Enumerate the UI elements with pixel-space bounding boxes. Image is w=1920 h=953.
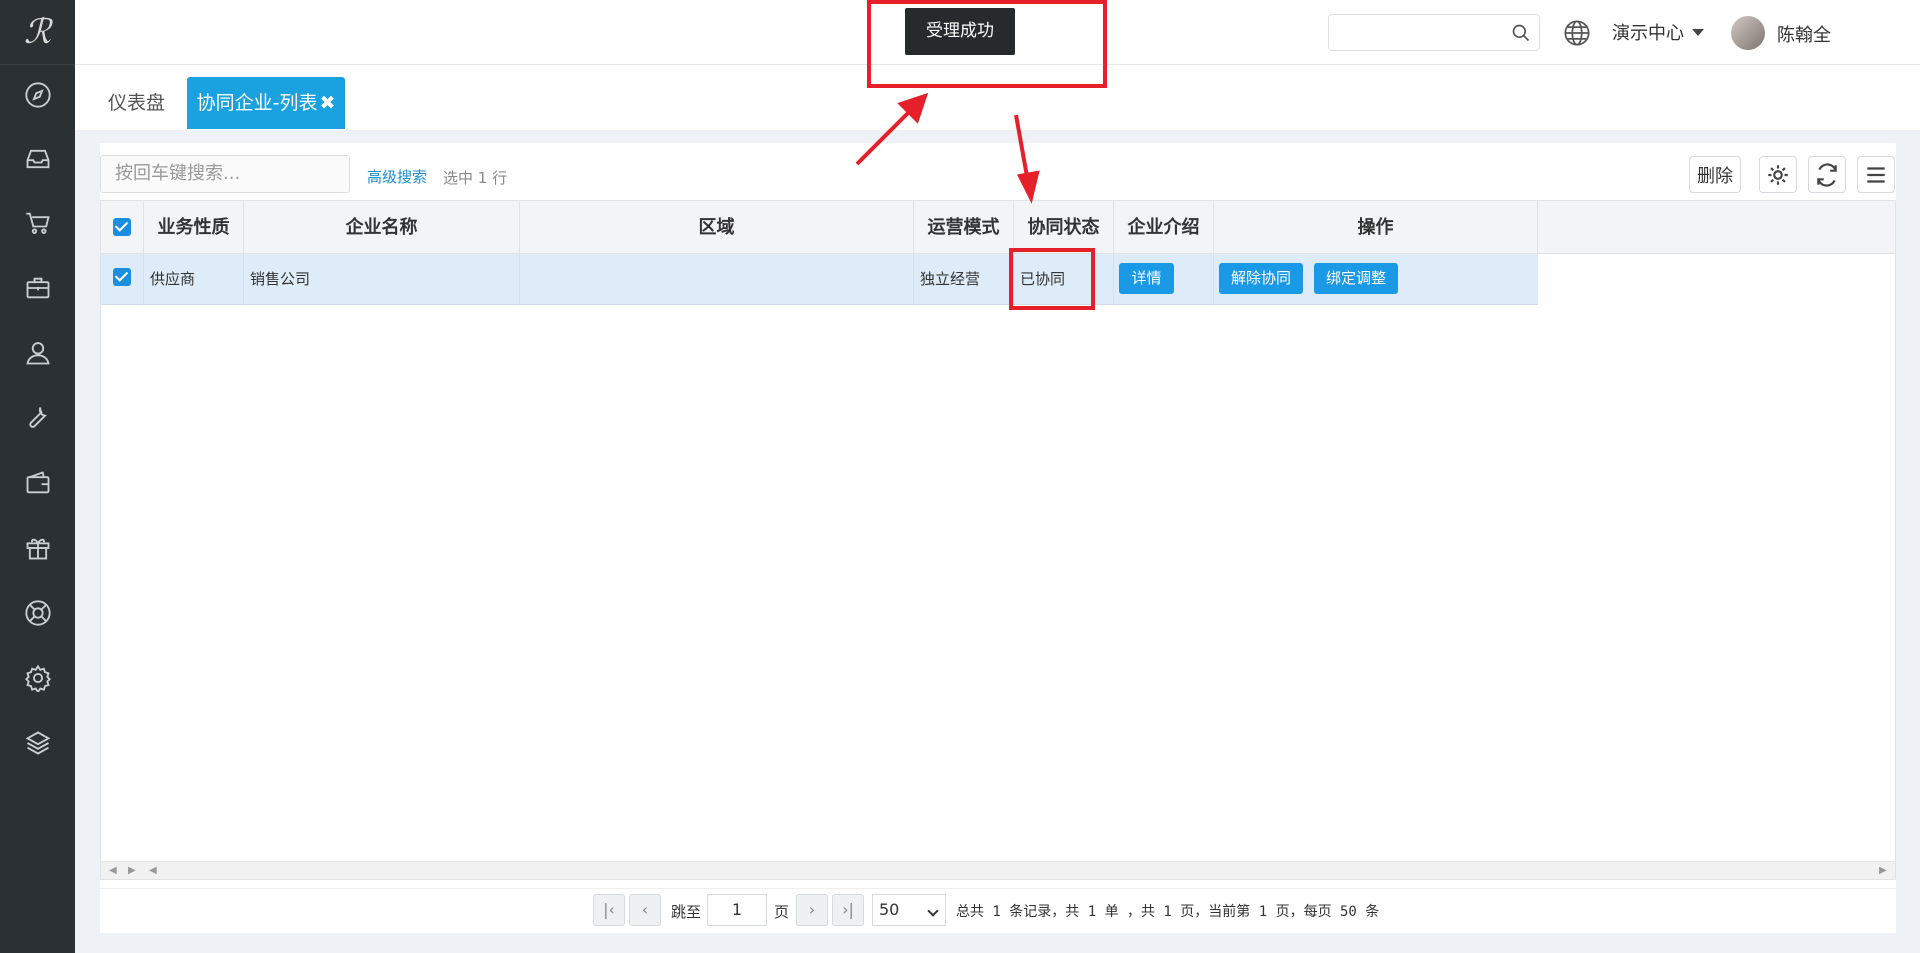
table-row[interactable]: 供应商 销售公司 独立经营 已协同 详情 解除协同 绑定调整 [101,254,1538,305]
header-company-intro[interactable]: 企业介绍 [1114,201,1214,254]
tab-dashboard[interactable]: 仪表盘 [108,77,165,129]
page-size-select[interactable]: 50 [872,894,946,926]
last-page-button[interactable]: ›| [832,894,864,926]
header-operation-mode[interactable]: 运营模式 [914,201,1014,254]
refresh-icon [1817,162,1837,187]
search-icon[interactable] [1511,23,1531,43]
row-select-cell[interactable] [101,254,144,305]
compass-icon[interactable] [0,75,75,115]
wrench-icon[interactable] [0,398,75,438]
briefcase-icon[interactable] [0,268,75,308]
chevron-down-icon [1692,28,1704,36]
page-label: 页 [774,903,790,921]
advanced-search-link[interactable]: 高级搜索 [367,166,427,187]
annotation-box-status [1009,248,1095,310]
cell-actions: 解除协同 绑定调整 [1214,254,1538,305]
header-select-all[interactable] [101,201,144,254]
row-checkbox[interactable] [113,268,131,286]
sidebar: ℛ [0,0,75,953]
content-panel: 按回车键搜索... 高级搜索 选中 1 行 删除 业务性质 企业名称 区域 运营… [100,143,1896,933]
gear-icon [1768,164,1788,185]
inbox-icon[interactable] [0,139,75,179]
app-logo[interactable]: ℛ [0,0,75,65]
cell-region [520,254,914,305]
pagination: |‹ ‹ 跳至 1 页 › ›| 50 总共 1 条记录，共 1 单 ，共 1 … [100,888,1896,928]
globe-icon[interactable] [1563,19,1591,47]
cell-company-name: 销售公司 [244,254,520,305]
delete-button[interactable]: 删除 [1689,156,1741,193]
wallet-icon[interactable] [0,463,75,503]
close-icon[interactable]: ✖ [319,92,335,114]
annotation-box-toast [867,0,1107,88]
tab-partner-list[interactable]: 协同企业-列表 ✖ [187,77,345,129]
next-page-button[interactable]: › [796,894,828,926]
cell-business-type: 供应商 [144,254,244,305]
lifebuoy-icon[interactable] [0,593,75,633]
header-business-type[interactable]: 业务性质 [144,201,244,254]
horizontal-scrollbar[interactable]: ◀ ▶ ◀ ▶ [101,861,1895,879]
cell-company-intro: 详情 [1114,254,1214,305]
user-icon[interactable] [0,333,75,373]
cart-icon[interactable] [0,203,75,243]
tab-label: 协同企业-列表 [196,92,318,114]
list-search-input[interactable]: 按回车键搜索... [100,155,350,193]
jump-label: 跳至 [671,903,702,921]
settings-button[interactable] [1759,156,1797,193]
gear-icon[interactable] [0,658,75,698]
table-header: 业务性质 企业名称 区域 运营模式 协同状态 企业介绍 操作 [101,201,1895,254]
menu-icon [1867,166,1885,183]
layers-icon[interactable] [0,723,75,763]
refresh-button[interactable] [1808,156,1846,193]
selected-count: 选中 1 行 [443,169,508,187]
scroll-end-icon[interactable]: ▶ [1879,865,1887,876]
gift-icon[interactable] [0,528,75,568]
scroll-left-icon[interactable]: ◀ [109,865,117,876]
unbind-button[interactable]: 解除协同 [1219,263,1303,294]
pagination-summary: 总共 1 条记录，共 1 单 ，共 1 页，当前第 1 页，每页 50 条 [956,904,1380,920]
scroll-right-icon[interactable]: ▶ [128,865,136,876]
data-table: 业务性质 企业名称 区域 运营模式 协同状态 企业介绍 操作 供应商 销售公司 … [100,200,1896,880]
menu-button[interactable] [1857,156,1895,193]
header-sync-status[interactable]: 协同状态 [1014,201,1114,254]
adjust-binding-button[interactable]: 绑定调整 [1314,263,1398,294]
chevron-down-icon [927,905,939,917]
page-size-value: 50 [879,900,900,919]
page-input[interactable]: 1 [707,894,767,926]
scroll-thumb-left-icon[interactable]: ◀ [149,865,157,876]
avatar[interactable] [1731,16,1765,50]
center-dropdown[interactable]: 演示中心 [1612,19,1704,45]
cell-operation-mode: 独立经营 [914,254,1014,305]
first-page-button[interactable]: |‹ [593,894,625,926]
details-button[interactable]: 详情 [1119,263,1174,294]
header-region[interactable]: 区域 [520,201,914,254]
select-all-checkbox[interactable] [113,218,131,236]
header-actions[interactable]: 操作 [1214,201,1538,254]
global-search-input[interactable] [1328,14,1540,51]
username[interactable]: 陈翰全 [1777,21,1831,47]
center-label: 演示中心 [1612,23,1684,44]
prev-page-button[interactable]: ‹ [629,894,661,926]
header-company-name[interactable]: 企业名称 [244,201,520,254]
